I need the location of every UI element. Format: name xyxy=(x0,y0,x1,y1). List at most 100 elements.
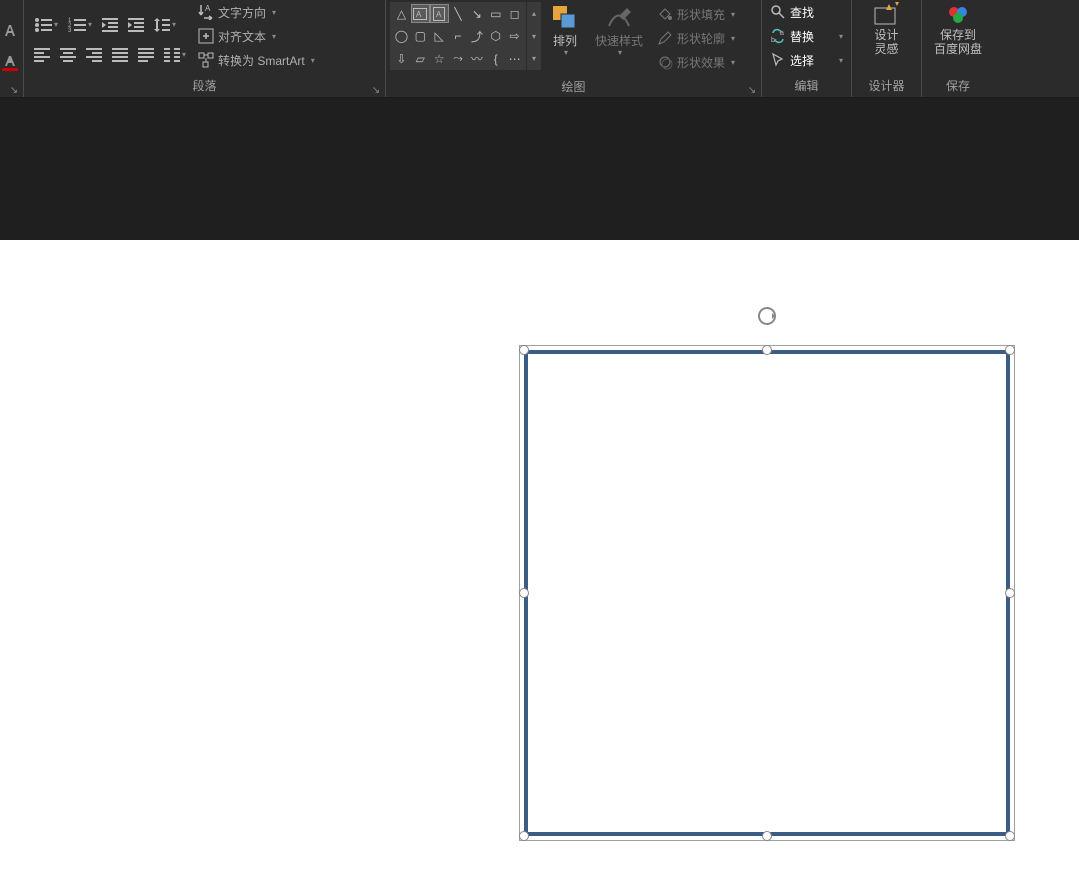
text-direction-button[interactable]: A 文字方向▾ xyxy=(194,0,319,24)
gallery-scroll[interactable]: ▴ ▾ ▾ xyxy=(526,2,541,70)
arrange-icon xyxy=(551,4,579,32)
align-left-button[interactable] xyxy=(32,45,52,65)
resize-handle-sw[interactable] xyxy=(519,831,529,841)
distribute-button[interactable] xyxy=(136,45,156,65)
align-right-button[interactable] xyxy=(84,45,104,65)
select-label: 选择 xyxy=(790,52,814,69)
shape-textbox[interactable]: A xyxy=(411,4,430,23)
find-label: 查找 xyxy=(790,4,814,21)
editing-group: 查找 ba 替换 ▾ 选择 ▾ 编辑 xyxy=(762,0,852,97)
bullets-button[interactable]: ▾ xyxy=(32,15,60,35)
paragraph-launcher[interactable]: ↘ xyxy=(370,84,382,96)
shape-star[interactable]: ☆ xyxy=(430,49,449,68)
shape-more[interactable]: ⋯ xyxy=(505,49,524,68)
save-group-label: 保存 xyxy=(946,79,970,93)
drawing-group: △ A A ╲ ↘ ▭ ◻ ◯ ▢ ◺ ⌐ ⤴ ⬡ xyxy=(386,0,762,97)
shape-arrow[interactable]: ⇨ xyxy=(505,27,524,46)
rotate-handle[interactable] xyxy=(755,304,779,328)
search-icon xyxy=(770,4,786,20)
gallery-down[interactable]: ▾ xyxy=(526,25,541,48)
shape-hex[interactable]: ⬡ xyxy=(486,27,505,46)
paragraph-group-label: 段落 xyxy=(192,79,216,93)
shape-frame-body[interactable] xyxy=(524,350,1010,836)
quick-styles-button[interactable]: 快速样式 ▾ xyxy=(589,2,649,80)
svg-text:A: A xyxy=(436,10,442,19)
justify-button[interactable] xyxy=(110,45,130,65)
arrange-button[interactable]: 排列 ▾ xyxy=(545,2,585,80)
paragraph-group: ▾ 123▾ ▾ ▾ A 文字方向▾ xyxy=(24,0,386,97)
shape-curve[interactable]: ⤴ xyxy=(467,27,486,46)
select-button[interactable]: 选择 ▾ xyxy=(766,48,847,72)
decrease-indent-button[interactable] xyxy=(100,15,120,35)
shape-line[interactable]: ╲ xyxy=(449,4,468,23)
resize-handle-ne[interactable] xyxy=(1005,345,1015,355)
shape-effects-button[interactable]: 形状效果▾ xyxy=(653,50,739,74)
align-text-label: 对齐文本 xyxy=(218,28,266,45)
line-spacing-button[interactable]: ▾ xyxy=(152,15,178,35)
quick-styles-label: 快速样式 xyxy=(595,34,643,48)
increase-indent-button[interactable] xyxy=(126,15,146,35)
pen-icon xyxy=(657,30,673,46)
arrange-label: 排列 xyxy=(553,34,577,48)
shape-rect2[interactable]: ◻ xyxy=(505,4,524,23)
shape-curveconn[interactable]: ⤳ xyxy=(449,49,468,68)
shape-outline-button[interactable]: 形状轮廓▾ xyxy=(653,26,739,50)
shape-vtextbox[interactable]: A xyxy=(430,4,449,23)
svg-text:b: b xyxy=(771,37,775,44)
save-group: 保存到百度网盘 保存 xyxy=(922,0,994,97)
design-ideas-button[interactable]: 设计灵感 xyxy=(867,0,907,78)
shape-paral[interactable]: ▱ xyxy=(411,49,430,68)
resize-handle-se[interactable] xyxy=(1005,831,1015,841)
convert-smartart-button[interactable]: 转换为 SmartArt▾ xyxy=(194,48,319,72)
slide-canvas[interactable] xyxy=(0,240,1079,892)
columns-button[interactable]: ▾ xyxy=(162,45,188,65)
save-to-baidu-button[interactable]: 保存到百度网盘 xyxy=(928,0,988,78)
editing-group-label: 编辑 xyxy=(794,79,818,93)
gallery-more[interactable]: ▾ xyxy=(526,47,541,70)
cursor-icon xyxy=(770,52,786,68)
replace-label: 替换 xyxy=(790,28,814,45)
shape-connector[interactable]: ⌐ xyxy=(449,27,468,46)
font-effect-button[interactable] xyxy=(0,21,20,41)
drawing-group-label: 绘图 xyxy=(561,80,585,94)
font-launcher[interactable]: ↘ xyxy=(8,84,20,96)
replace-icon: ba xyxy=(770,28,786,44)
slide-dark-area xyxy=(0,98,1079,240)
shape-outline-label: 形状轮廓 xyxy=(677,30,725,47)
shape-down[interactable]: ⇩ xyxy=(392,49,411,68)
resize-handle-nw[interactable] xyxy=(519,345,529,355)
shape-rect[interactable]: ▭ xyxy=(486,4,505,23)
font-color-button[interactable] xyxy=(0,53,20,73)
resize-handle-w[interactable] xyxy=(519,588,529,598)
shape-wave[interactable]: 〰 xyxy=(467,49,486,68)
shape-effects-label: 形状效果 xyxy=(677,54,725,71)
gallery-up[interactable]: ▴ xyxy=(526,2,541,25)
shape-brace[interactable]: { xyxy=(486,49,505,68)
drawing-launcher[interactable]: ↘ xyxy=(746,84,758,96)
find-button[interactable]: 查找 xyxy=(766,0,847,24)
shape-triangle[interactable]: △ xyxy=(392,4,411,23)
replace-button[interactable]: ba 替换 ▾ xyxy=(766,24,847,48)
resize-handle-e[interactable] xyxy=(1005,588,1015,598)
svg-text:A: A xyxy=(416,10,422,19)
numbering-button[interactable]: 123▾ xyxy=(66,15,94,35)
resize-handle-s[interactable] xyxy=(762,831,772,841)
svg-text:3: 3 xyxy=(68,28,72,33)
text-direction-label: 文字方向 xyxy=(218,4,266,21)
effects-icon xyxy=(657,54,673,70)
selected-shape-frame[interactable] xyxy=(520,346,1014,840)
shape-arrowline[interactable]: ↘ xyxy=(467,4,486,23)
shape-fill-label: 形状填充 xyxy=(677,6,725,23)
designer-group: 设计灵感 设计器 xyxy=(852,0,922,97)
align-center-button[interactable] xyxy=(58,45,78,65)
shape-fill-button[interactable]: 形状填充▾ xyxy=(653,2,739,26)
shape-oval[interactable]: ◯ xyxy=(392,27,411,46)
resize-handle-n[interactable] xyxy=(762,345,772,355)
shape-roundrect[interactable]: ▢ xyxy=(411,27,430,46)
ribbon: ↘ ▾ 123▾ ▾ ▾ xyxy=(0,0,1079,98)
svg-text:A: A xyxy=(205,4,211,13)
align-text-button[interactable]: 对齐文本▾ xyxy=(194,24,319,48)
shape-rtriangle[interactable]: ◺ xyxy=(430,27,449,46)
font-group-fragment: ↘ xyxy=(0,0,24,97)
shapes-gallery[interactable]: △ A A ╲ ↘ ▭ ◻ ◯ ▢ ◺ ⌐ ⤴ ⬡ xyxy=(390,2,526,70)
